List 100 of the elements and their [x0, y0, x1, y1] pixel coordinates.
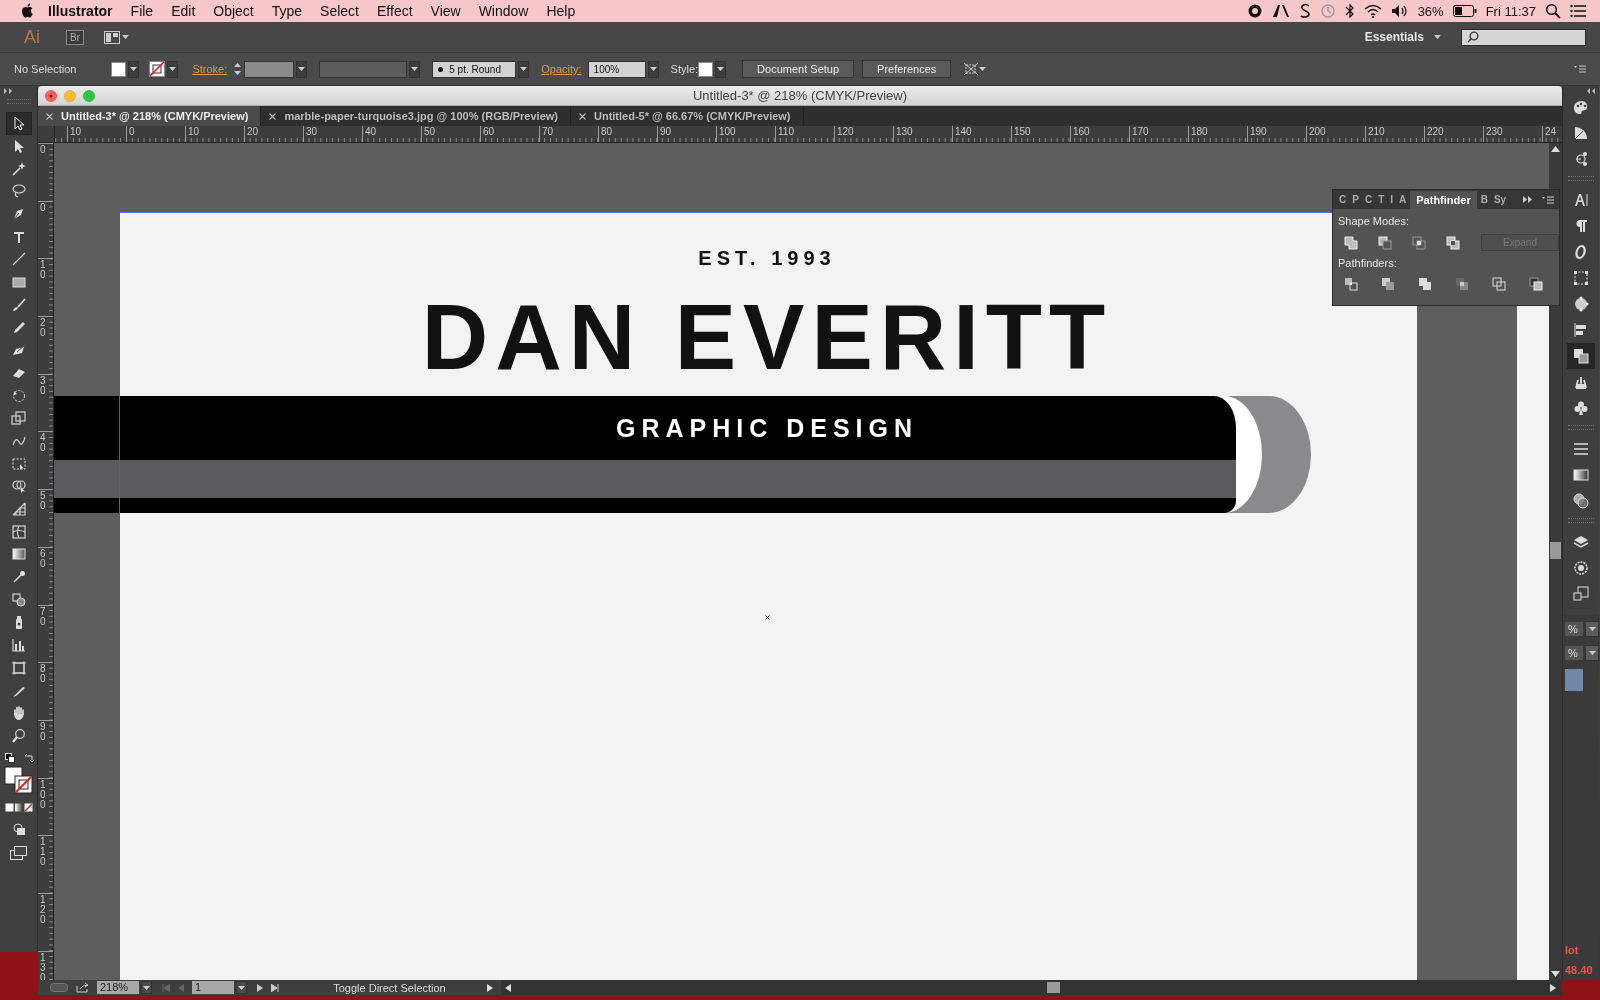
caret-icon[interactable] [130, 67, 138, 71]
variable-width-field[interactable] [319, 60, 408, 78]
scroll-down-icon[interactable] [1551, 971, 1560, 977]
minus-front-icon[interactable] [1378, 235, 1392, 250]
search-field[interactable] [1461, 28, 1586, 46]
swap-icon[interactable] [23, 753, 34, 764]
panel-tab[interactable]: I [1388, 191, 1396, 208]
menu-item[interactable]: Help [546, 3, 576, 19]
panel-tab[interactable]: C [1337, 191, 1349, 208]
percent-field[interactable]: % [1565, 622, 1583, 636]
close-icon[interactable] [46, 112, 53, 120]
zoom-field[interactable]: 218% [97, 981, 139, 994]
exclude-icon[interactable] [1446, 235, 1460, 250]
crop-icon[interactable] [1455, 277, 1469, 291]
tool-button[interactable] [5, 112, 32, 135]
fill-stroke-drawing[interactable] [3, 766, 34, 795]
divide-icon[interactable] [1344, 277, 1358, 291]
dropdown-button[interactable] [141, 981, 152, 994]
caret-icon[interactable] [649, 67, 657, 71]
dropdown-button[interactable] [236, 981, 247, 994]
menu-item[interactable]: Object [213, 3, 254, 19]
caret-icon[interactable] [520, 67, 528, 71]
opacity-link[interactable]: Opacity: [541, 63, 582, 75]
panel-tab[interactable]: C [1362, 191, 1375, 208]
list-icon[interactable] [1570, 4, 1586, 18]
menu-item[interactable]: Effect [377, 3, 413, 19]
panel-menu-icon[interactable] [1574, 65, 1586, 73]
horizontal-ruler[interactable]: 10 0 10 20 30 40 50 60 70 80 90 100 110 120 130 140 150 160 170 180 190 200 210 220 230 24 [55, 126, 1562, 142]
workspace-switcher[interactable]: Essentials [1364, 30, 1441, 44]
panel-menu-icon[interactable] [1542, 195, 1554, 204]
clock[interactable]: Fri 11:37 [1485, 3, 1536, 19]
preferences-button[interactable]: Preferences [862, 60, 952, 78]
panel-tab[interactable]: T [1376, 191, 1387, 208]
panel-tab[interactable]: A [1397, 191, 1409, 208]
dropdown-button[interactable] [409, 60, 421, 78]
artboard-number-field[interactable]: 1 [192, 981, 234, 994]
stroke-swatch[interactable] [149, 61, 166, 77]
menu-item[interactable]: Window [478, 3, 529, 19]
menu-item[interactable]: Select [320, 3, 359, 19]
stroke-link[interactable]: Stroke: [192, 63, 228, 75]
swatch[interactable] [1565, 669, 1583, 691]
caret-icon[interactable] [238, 985, 245, 990]
search-icon[interactable] [1545, 3, 1561, 19]
caret-icon[interactable] [122, 35, 129, 39]
vertical-ruler[interactable]: 0 0 10 20 30 40 50 60 70 80 90 100 110 120 130 [38, 143, 54, 980]
caret-icon[interactable] [298, 67, 306, 71]
minus-back-icon[interactable] [1529, 277, 1543, 291]
scroll-thumb[interactable] [1550, 542, 1561, 559]
wifi-icon[interactable] [1363, 4, 1382, 18]
dropdown-button[interactable] [296, 60, 308, 78]
menu-item[interactable]: File [130, 3, 154, 19]
status-menu-icon[interactable] [487, 983, 493, 992]
unite-icon[interactable] [1344, 235, 1358, 250]
dropdown-button[interactable] [128, 60, 140, 78]
trim-icon[interactable] [1381, 277, 1395, 291]
share-icon[interactable] [76, 982, 89, 993]
last-page-icon[interactable] [271, 983, 279, 992]
caret-icon[interactable] [979, 67, 987, 71]
dropdown-button[interactable] [647, 60, 659, 78]
scroll-right-icon[interactable] [1550, 983, 1556, 992]
opacity-field[interactable]: 100% [587, 60, 646, 78]
collapse-icon[interactable] [1585, 88, 1595, 94]
fill-swatch[interactable] [111, 61, 127, 77]
panel-tab[interactable]: Sy [1491, 191, 1509, 208]
scroll-thumb[interactable] [1047, 982, 1060, 993]
caret-icon[interactable] [1434, 35, 1441, 39]
caret-icon[interactable] [1588, 627, 1596, 631]
caret-icon[interactable] [411, 67, 419, 71]
sync-icon[interactable] [1298, 3, 1311, 19]
draw-mode-icon[interactable] [10, 822, 27, 837]
panel-tab[interactable]: B [1478, 191, 1490, 208]
panel-tab[interactable]: P [1350, 191, 1361, 208]
close-icon[interactable] [269, 112, 277, 120]
outline-icon[interactable] [1492, 277, 1506, 291]
panel-button[interactable] [1567, 343, 1595, 369]
panel-tab[interactable]: Pathfinder [1410, 190, 1477, 209]
collapse-icon[interactable] [4, 88, 14, 94]
color-mode-icon[interactable] [4, 803, 33, 813]
volume-icon[interactable] [1390, 4, 1409, 18]
app-menu[interactable]: Illustrator [48, 3, 113, 19]
bluetooth-icon[interactable] [1344, 3, 1355, 19]
menu-item[interactable]: View [430, 3, 461, 19]
default-colors-icon[interactable] [4, 753, 15, 764]
menu-item[interactable]: Type [271, 3, 303, 19]
percent-field[interactable]: % [1565, 646, 1583, 660]
document-tab[interactable]: Untitled-3* @ 218% (CMYK/Preview) [38, 106, 262, 126]
screen-mode-icon[interactable] [9, 846, 28, 861]
close-window-icon[interactable] [45, 89, 57, 102]
dropdown-button[interactable] [518, 60, 530, 78]
menu-item[interactable]: Edit [171, 3, 196, 19]
style-swatch[interactable] [698, 61, 714, 77]
isolate-icon[interactable] [963, 62, 980, 76]
dropdown-button[interactable] [1585, 645, 1599, 661]
caret-icon[interactable] [717, 67, 725, 71]
stroke-weight-field[interactable] [244, 60, 295, 78]
scroll-left-icon[interactable] [505, 983, 511, 992]
arrange-documents-button[interactable] [104, 30, 129, 44]
scroll-up-icon[interactable] [1551, 146, 1560, 152]
merge-icon[interactable] [1418, 277, 1432, 291]
dropdown-button[interactable] [167, 60, 179, 78]
